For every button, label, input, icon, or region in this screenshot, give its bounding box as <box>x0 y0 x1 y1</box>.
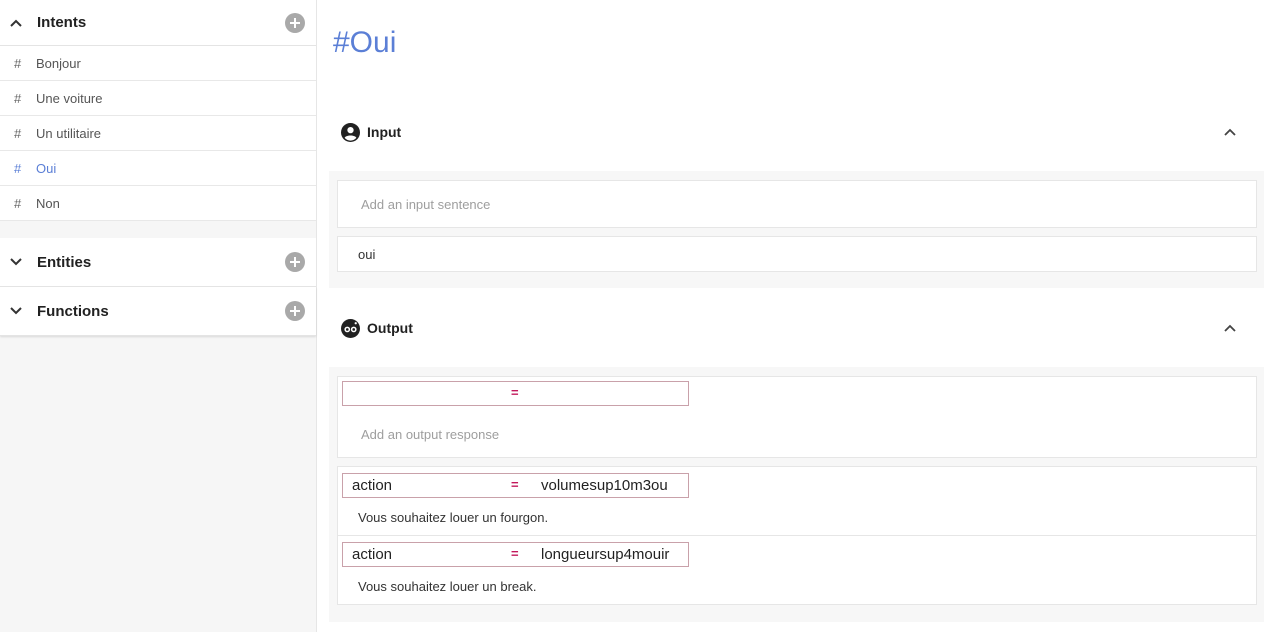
output-section-header[interactable]: Output <box>329 308 1264 348</box>
chevron-up-icon[interactable] <box>1223 125 1237 139</box>
response-text[interactable]: Vous souhaitez louer un break. <box>358 579 537 594</box>
intents-header[interactable]: Intents <box>0 0 316 46</box>
intent-label: Une voiture <box>36 90 103 106</box>
output-section-body: = Add an output response action = volume… <box>329 367 1264 622</box>
intent-label: Un utilitaire <box>36 125 102 141</box>
hash-icon: # <box>14 55 22 71</box>
add-intent-button[interactable] <box>285 12 305 33</box>
input-sentence-text[interactable]: oui <box>358 247 375 262</box>
equals-operator: = <box>511 477 519 492</box>
output-response-field[interactable]: Add an output response <box>361 427 499 442</box>
intents-panel: Intents # Bonjour # Une voiture # Un uti… <box>0 0 316 221</box>
main-content: #Oui Input Add an input sentence oui Out… <box>318 0 1266 632</box>
equals-operator: = <box>511 546 519 561</box>
add-input-card[interactable]: Add an input sentence <box>337 180 1257 228</box>
condition-value[interactable]: longueursup4mouir <box>541 546 669 563</box>
equals-operator: = <box>511 385 519 400</box>
add-function-button[interactable] <box>285 301 305 321</box>
condition-key[interactable]: action <box>352 546 392 563</box>
intent-label: Oui <box>36 160 57 176</box>
entities-panel: Entities <box>0 238 316 287</box>
intent-item-un-utilitaire[interactable]: # Un utilitaire <box>0 116 316 151</box>
chevron-down-icon[interactable] <box>9 255 23 269</box>
input-section-header[interactable]: Input <box>329 112 1264 152</box>
condition-value[interactable]: volumesup10m3ou <box>541 477 668 494</box>
intent-label: Non <box>36 195 60 211</box>
input-section-body: Add an input sentence oui <box>329 171 1264 288</box>
input-section-title: Input <box>367 124 402 140</box>
app-root: Intents # Bonjour # Une voiture # Un uti… <box>0 0 1266 632</box>
response-condition-field[interactable]: action = longueursup4mouir <box>342 542 689 567</box>
new-condition-field[interactable]: = <box>342 381 689 406</box>
input-sentence-field[interactable]: Add an input sentence <box>361 197 490 212</box>
input-sentence-row[interactable]: oui <box>337 236 1257 272</box>
entities-header[interactable]: Entities <box>0 238 316 287</box>
condition-key[interactable]: action <box>352 477 392 494</box>
sidebar: Intents # Bonjour # Une voiture # Un uti… <box>0 0 317 632</box>
output-section-title: Output <box>367 320 413 336</box>
response-text[interactable]: Vous souhaitez louer un fourgon. <box>358 510 548 525</box>
add-output-card: = Add an output response <box>337 376 1257 458</box>
bot-eyes-icon <box>341 318 360 338</box>
chevron-up-icon[interactable] <box>9 16 23 30</box>
add-entity-button[interactable] <box>285 252 305 272</box>
hash-icon: # <box>14 125 22 141</box>
entities-title: Entities <box>37 253 92 271</box>
hash-icon: # <box>14 160 22 176</box>
page-title: #Oui <box>333 26 397 59</box>
functions-title: Functions <box>37 302 109 320</box>
panel-gap <box>0 221 316 238</box>
chevron-up-icon[interactable] <box>1223 321 1237 335</box>
intent-item-une-voiture[interactable]: # Une voiture <box>0 81 316 116</box>
output-responses-card: action = volumesup10m3ou Vous souhaitez … <box>337 466 1257 605</box>
hash-icon: # <box>14 195 22 211</box>
functions-header[interactable]: Functions <box>0 287 316 336</box>
response-condition-field[interactable]: action = volumesup10m3ou <box>342 473 689 498</box>
chevron-down-icon[interactable] <box>9 304 23 318</box>
intent-item-oui[interactable]: # Oui <box>0 151 316 186</box>
hash-icon: # <box>14 90 22 106</box>
intent-label: Bonjour <box>36 55 81 71</box>
intents-title: Intents <box>37 14 87 31</box>
functions-panel: Functions <box>0 287 316 336</box>
account-circle-icon <box>341 122 360 142</box>
intent-item-non[interactable]: # Non <box>0 186 316 221</box>
response-divider <box>338 535 1256 536</box>
intent-item-bonjour[interactable]: # Bonjour <box>0 46 316 81</box>
